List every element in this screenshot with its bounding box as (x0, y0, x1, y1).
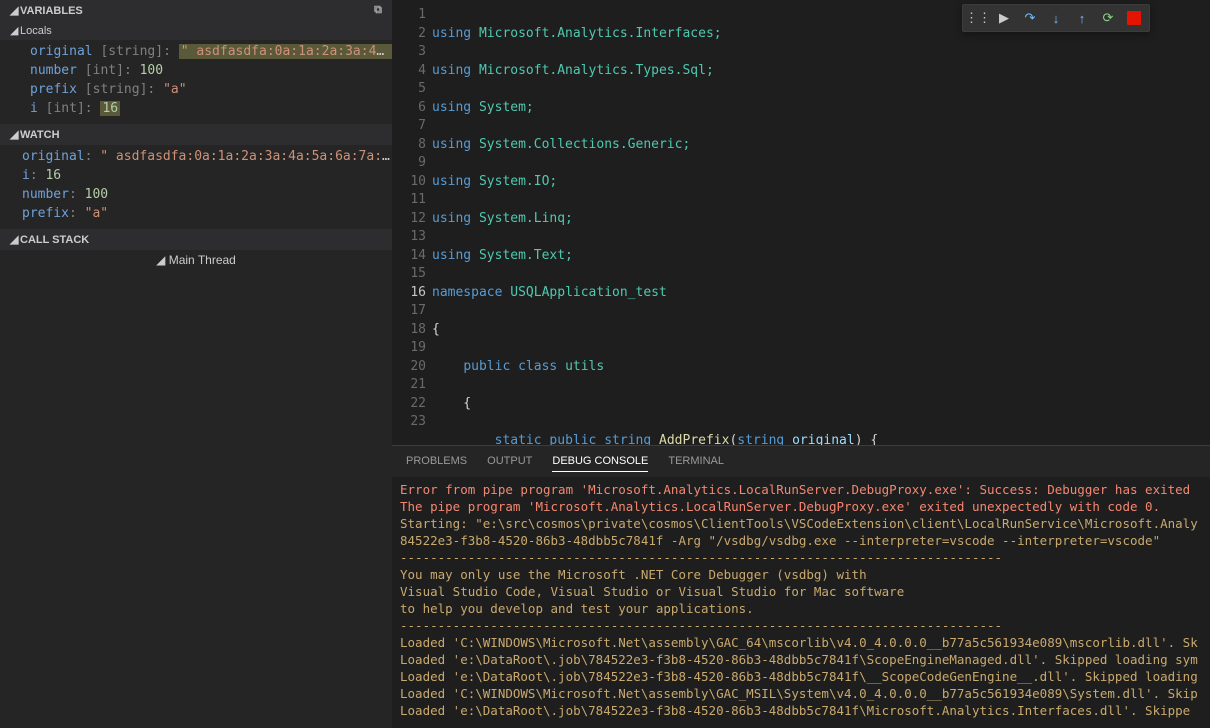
code-content[interactable]: using Microsoft.Analytics.Interfaces; us… (432, 0, 1210, 445)
console-line: You may only use the Microsoft .NET Core… (400, 566, 1202, 583)
watch-original[interactable]: original: " asdfasdfa:0a:1a:2a:3a:4a:5a:… (0, 147, 392, 166)
callstack-list: ◢ Main Thread PAUSED ON BREAKPOINT __cod… (0, 250, 392, 728)
local-number[interactable]: number [int]: 100 (0, 61, 392, 80)
console-line: ----------------------------------------… (400, 549, 1202, 566)
console-line: Loaded 'e:\DataRoot\.job\784522e3-f3b8-4… (400, 702, 1202, 719)
console-line: Loaded 'C:\WINDOWS\Microsoft.Net\assembl… (400, 634, 1202, 651)
locals-label: Locals (20, 25, 52, 37)
console-line: The pipe program 'Microsoft.Analytics.Lo… (400, 498, 1202, 515)
line-gutter: 1234 5678 9101112 131415 16 17181920 212… (392, 0, 432, 445)
step-out-button[interactable]: ↑ (1069, 7, 1095, 29)
variables-panel-header[interactable]: ◢VARIABLES ⧉ (0, 0, 392, 21)
step-over-button[interactable]: ↷ (1017, 7, 1043, 29)
console-line: to help you develop and test your applic… (400, 600, 1202, 617)
code-editor[interactable]: 1234 5678 9101112 131415 16 17181920 212… (392, 0, 1210, 445)
callstack-title: CALL STACK (20, 234, 89, 246)
main-area: 1234 5678 9101112 131415 16 17181920 212… (392, 0, 1210, 728)
variables-title: VARIABLES (20, 5, 83, 17)
collapse-icon[interactable]: ⧉ (374, 4, 382, 17)
local-i[interactable]: i [int]: 16 (0, 99, 392, 118)
local-original[interactable]: original [string]: " asdfasdfa:0a:1a:2a:… (0, 42, 392, 61)
tab-output[interactable]: OUTPUT (487, 451, 532, 472)
restart-button[interactable]: ⟳ (1095, 7, 1121, 29)
console-line: ----------------------------------------… (400, 617, 1202, 634)
console-line: Loaded 'e:\DataRoot\.job\784522e3-f3b8-4… (400, 651, 1202, 668)
continue-button[interactable]: ▶ (991, 7, 1017, 29)
console-line: Starting: "e:\src\cosmos\private\cosmos\… (400, 515, 1202, 532)
callstack-panel-header[interactable]: ◢CALL STACK (0, 229, 392, 250)
watch-title: WATCH (20, 129, 60, 141)
debug-toolbar[interactable]: ⋮⋮ ▶ ↷ ↓ ↑ ⟳ (962, 4, 1150, 32)
step-into-button[interactable]: ↓ (1043, 7, 1069, 29)
watch-panel-header[interactable]: ◢WATCH (0, 124, 392, 145)
tab-debug-console[interactable]: DEBUG CONSOLE (552, 451, 648, 472)
tab-terminal[interactable]: TERMINAL (668, 451, 724, 472)
console-line: Loaded 'C:\WINDOWS\Microsoft.Net\assembl… (400, 685, 1202, 702)
local-prefix[interactable]: prefix [string]: "a" (0, 80, 392, 99)
locals-subheader[interactable]: ◢Locals (0, 21, 392, 40)
debug-console-output[interactable]: Error from pipe program 'Microsoft.Analy… (392, 477, 1210, 728)
thread-main[interactable]: ◢ Main Thread PAUSED ON BREAKPOINT (0, 250, 392, 728)
watch-i[interactable]: i: 16 (0, 166, 392, 185)
console-line: 84522e3-f3b8-4520-86b3-48dbb5c7841f -Arg… (400, 532, 1202, 549)
watch-prefix[interactable]: prefix: "a" (0, 204, 392, 223)
watch-number[interactable]: number: 100 (0, 185, 392, 204)
locals-list: original [string]: " asdfasdfa:0a:1a:2a:… (0, 40, 392, 124)
watch-list: original: " asdfasdfa:0a:1a:2a:3a:4a:5a:… (0, 145, 392, 229)
panel-tabs: PROBLEMS OUTPUT DEBUG CONSOLE TERMINAL (392, 445, 1210, 477)
tab-problems[interactable]: PROBLEMS (406, 451, 467, 472)
drag-handle-icon[interactable]: ⋮⋮ (965, 7, 991, 29)
debug-sidebar: ◢VARIABLES ⧉ ◢Locals original [string]: … (0, 0, 392, 728)
console-line: Visual Studio Code, Visual Studio or Vis… (400, 583, 1202, 600)
console-line: Error from pipe program 'Microsoft.Analy… (400, 481, 1202, 498)
console-line: Loaded 'e:\DataRoot\.job\784522e3-f3b8-4… (400, 668, 1202, 685)
stop-button[interactable] (1121, 7, 1147, 29)
